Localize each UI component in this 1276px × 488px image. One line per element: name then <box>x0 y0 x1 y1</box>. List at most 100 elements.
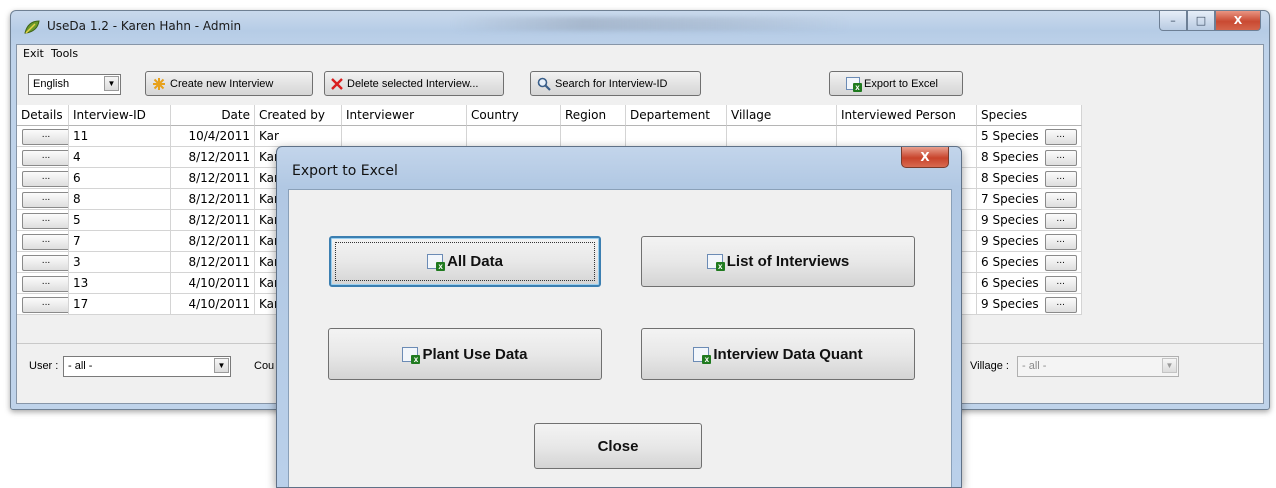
interview-id-cell[interactable]: 6 <box>69 168 171 189</box>
date-cell[interactable]: 8/12/2011 <box>171 189 255 210</box>
details-cell[interactable]: ... <box>17 252 69 273</box>
interview-id-cell[interactable]: 4 <box>69 147 171 168</box>
user-filter-label: User : <box>29 360 59 372</box>
created-by-cell[interactable]: Kar <box>255 126 342 147</box>
col-interviewer-header[interactable]: Interviewer <box>342 105 467 126</box>
export-excel-label: Export to Excel <box>864 77 938 90</box>
col-interview-id-header[interactable]: Interview-ID <box>69 105 171 126</box>
title-bar[interactable]: UseDa 1.2 - Karen Hahn - Admin – □ X <box>11 11 1269 41</box>
interview-id-cell[interactable]: 8 <box>69 189 171 210</box>
species-cell[interactable]: 9 Species... <box>977 231 1082 252</box>
species-cell[interactable]: 7 Species... <box>977 189 1082 210</box>
species-details-button[interactable]: ... <box>1044 234 1077 250</box>
details-button[interactable]: ... <box>22 192 68 208</box>
dialog-close-action-button[interactable]: Close <box>534 423 702 469</box>
col-departement-header[interactable]: Departement <box>626 105 727 126</box>
empty-cell[interactable] <box>626 126 727 147</box>
details-cell[interactable]: ... <box>17 294 69 315</box>
village-filter-select[interactable]: - all - ▼ <box>1017 356 1179 377</box>
details-button[interactable]: ... <box>22 150 68 166</box>
all-data-button[interactable]: All Data <box>329 236 601 287</box>
species-cell[interactable]: 9 Species... <box>977 294 1082 315</box>
empty-cell[interactable] <box>467 126 561 147</box>
col-created-by-header[interactable]: Created by <box>255 105 342 126</box>
species-count: 9 Species <box>981 213 1039 227</box>
list-of-interviews-button[interactable]: List of Interviews <box>641 236 915 287</box>
user-filter-select[interactable]: - all - ▼ <box>63 356 231 377</box>
interview-id-cell[interactable]: 11 <box>69 126 171 147</box>
details-button[interactable]: ... <box>22 129 68 145</box>
chevron-down-icon[interactable]: ▼ <box>104 76 119 91</box>
species-details-button[interactable]: ... <box>1044 192 1077 208</box>
chevron-down-icon[interactable]: ▼ <box>214 358 229 373</box>
interview-id-cell[interactable]: 5 <box>69 210 171 231</box>
col-interviewed-person-header[interactable]: Interviewed Person <box>837 105 977 126</box>
interview-id-cell[interactable]: 17 <box>69 294 171 315</box>
details-cell[interactable]: ... <box>17 210 69 231</box>
details-button[interactable]: ... <box>22 276 68 292</box>
details-button[interactable]: ... <box>22 297 68 313</box>
date-cell[interactable]: 8/12/2011 <box>171 168 255 189</box>
species-details-button[interactable]: ... <box>1044 129 1077 145</box>
empty-cell[interactable] <box>837 126 977 147</box>
interview-id-cell[interactable]: 3 <box>69 252 171 273</box>
date-cell[interactable]: 10/4/2011 <box>171 126 255 147</box>
species-count: 8 Species <box>981 150 1039 164</box>
col-village-header[interactable]: Village <box>727 105 837 126</box>
excel-icon <box>427 254 446 271</box>
col-country-header[interactable]: Country <box>467 105 561 126</box>
col-species-header[interactable]: Species <box>977 105 1082 126</box>
plant-use-data-button[interactable]: Plant Use Data <box>328 328 602 380</box>
interview-id-cell[interactable]: 13 <box>69 273 171 294</box>
empty-cell[interactable] <box>342 126 467 147</box>
species-cell[interactable]: 6 Species... <box>977 252 1082 273</box>
export-excel-button[interactable]: Export to Excel <box>829 71 963 96</box>
species-cell[interactable]: 9 Species... <box>977 210 1082 231</box>
details-cell[interactable]: ... <box>17 168 69 189</box>
species-details-button[interactable]: ... <box>1044 297 1077 313</box>
language-select[interactable]: English ▼ <box>28 74 121 95</box>
interview-data-quant-button[interactable]: Interview Data Quant <box>641 328 915 380</box>
species-cell[interactable]: 6 Species... <box>977 273 1082 294</box>
menu-exit[interactable]: Exit <box>23 47 44 60</box>
delete-interview-button[interactable]: Delete selected Interview... <box>324 71 504 96</box>
species-details-button[interactable]: ... <box>1044 255 1077 271</box>
create-interview-button[interactable]: Create new Interview <box>145 71 313 96</box>
date-cell[interactable]: 8/12/2011 <box>171 252 255 273</box>
species-cell[interactable]: 8 Species... <box>977 168 1082 189</box>
minimize-button[interactable]: – <box>1159 11 1187 31</box>
interview-id-cell[interactable]: 7 <box>69 231 171 252</box>
col-details-header[interactable]: Details <box>17 105 69 126</box>
species-cell[interactable]: 8 Species... <box>977 147 1082 168</box>
empty-cell[interactable] <box>727 126 837 147</box>
date-cell[interactable]: 8/12/2011 <box>171 147 255 168</box>
chevron-down-icon[interactable]: ▼ <box>1162 358 1177 373</box>
species-details-button[interactable]: ... <box>1044 213 1077 229</box>
col-region-header[interactable]: Region <box>561 105 626 126</box>
date-cell[interactable]: 8/12/2011 <box>171 231 255 252</box>
details-cell[interactable]: ... <box>17 189 69 210</box>
species-cell[interactable]: 5 Species... <box>977 126 1082 147</box>
species-details-button[interactable]: ... <box>1044 276 1077 292</box>
empty-cell[interactable] <box>561 126 626 147</box>
date-cell[interactable]: 4/10/2011 <box>171 273 255 294</box>
details-cell[interactable]: ... <box>17 126 69 147</box>
menu-tools[interactable]: Tools <box>51 47 78 60</box>
details-button[interactable]: ... <box>22 255 68 271</box>
language-value: English <box>33 78 70 90</box>
date-cell[interactable]: 4/10/2011 <box>171 294 255 315</box>
details-cell[interactable]: ... <box>17 147 69 168</box>
search-interview-button[interactable]: Search for Interview-ID <box>530 71 701 96</box>
maximize-button[interactable]: □ <box>1187 11 1215 31</box>
col-date-header[interactable]: Date <box>171 105 255 126</box>
close-window-button[interactable]: X <box>1215 11 1261 31</box>
details-cell[interactable]: ... <box>17 231 69 252</box>
details-button[interactable]: ... <box>22 234 68 250</box>
species-details-button[interactable]: ... <box>1044 150 1077 166</box>
date-cell[interactable]: 8/12/2011 <box>171 210 255 231</box>
species-details-button[interactable]: ... <box>1044 171 1077 187</box>
details-cell[interactable]: ... <box>17 273 69 294</box>
details-button[interactable]: ... <box>22 171 68 187</box>
details-button[interactable]: ... <box>22 213 68 229</box>
dialog-close-button[interactable]: X <box>901 147 949 168</box>
